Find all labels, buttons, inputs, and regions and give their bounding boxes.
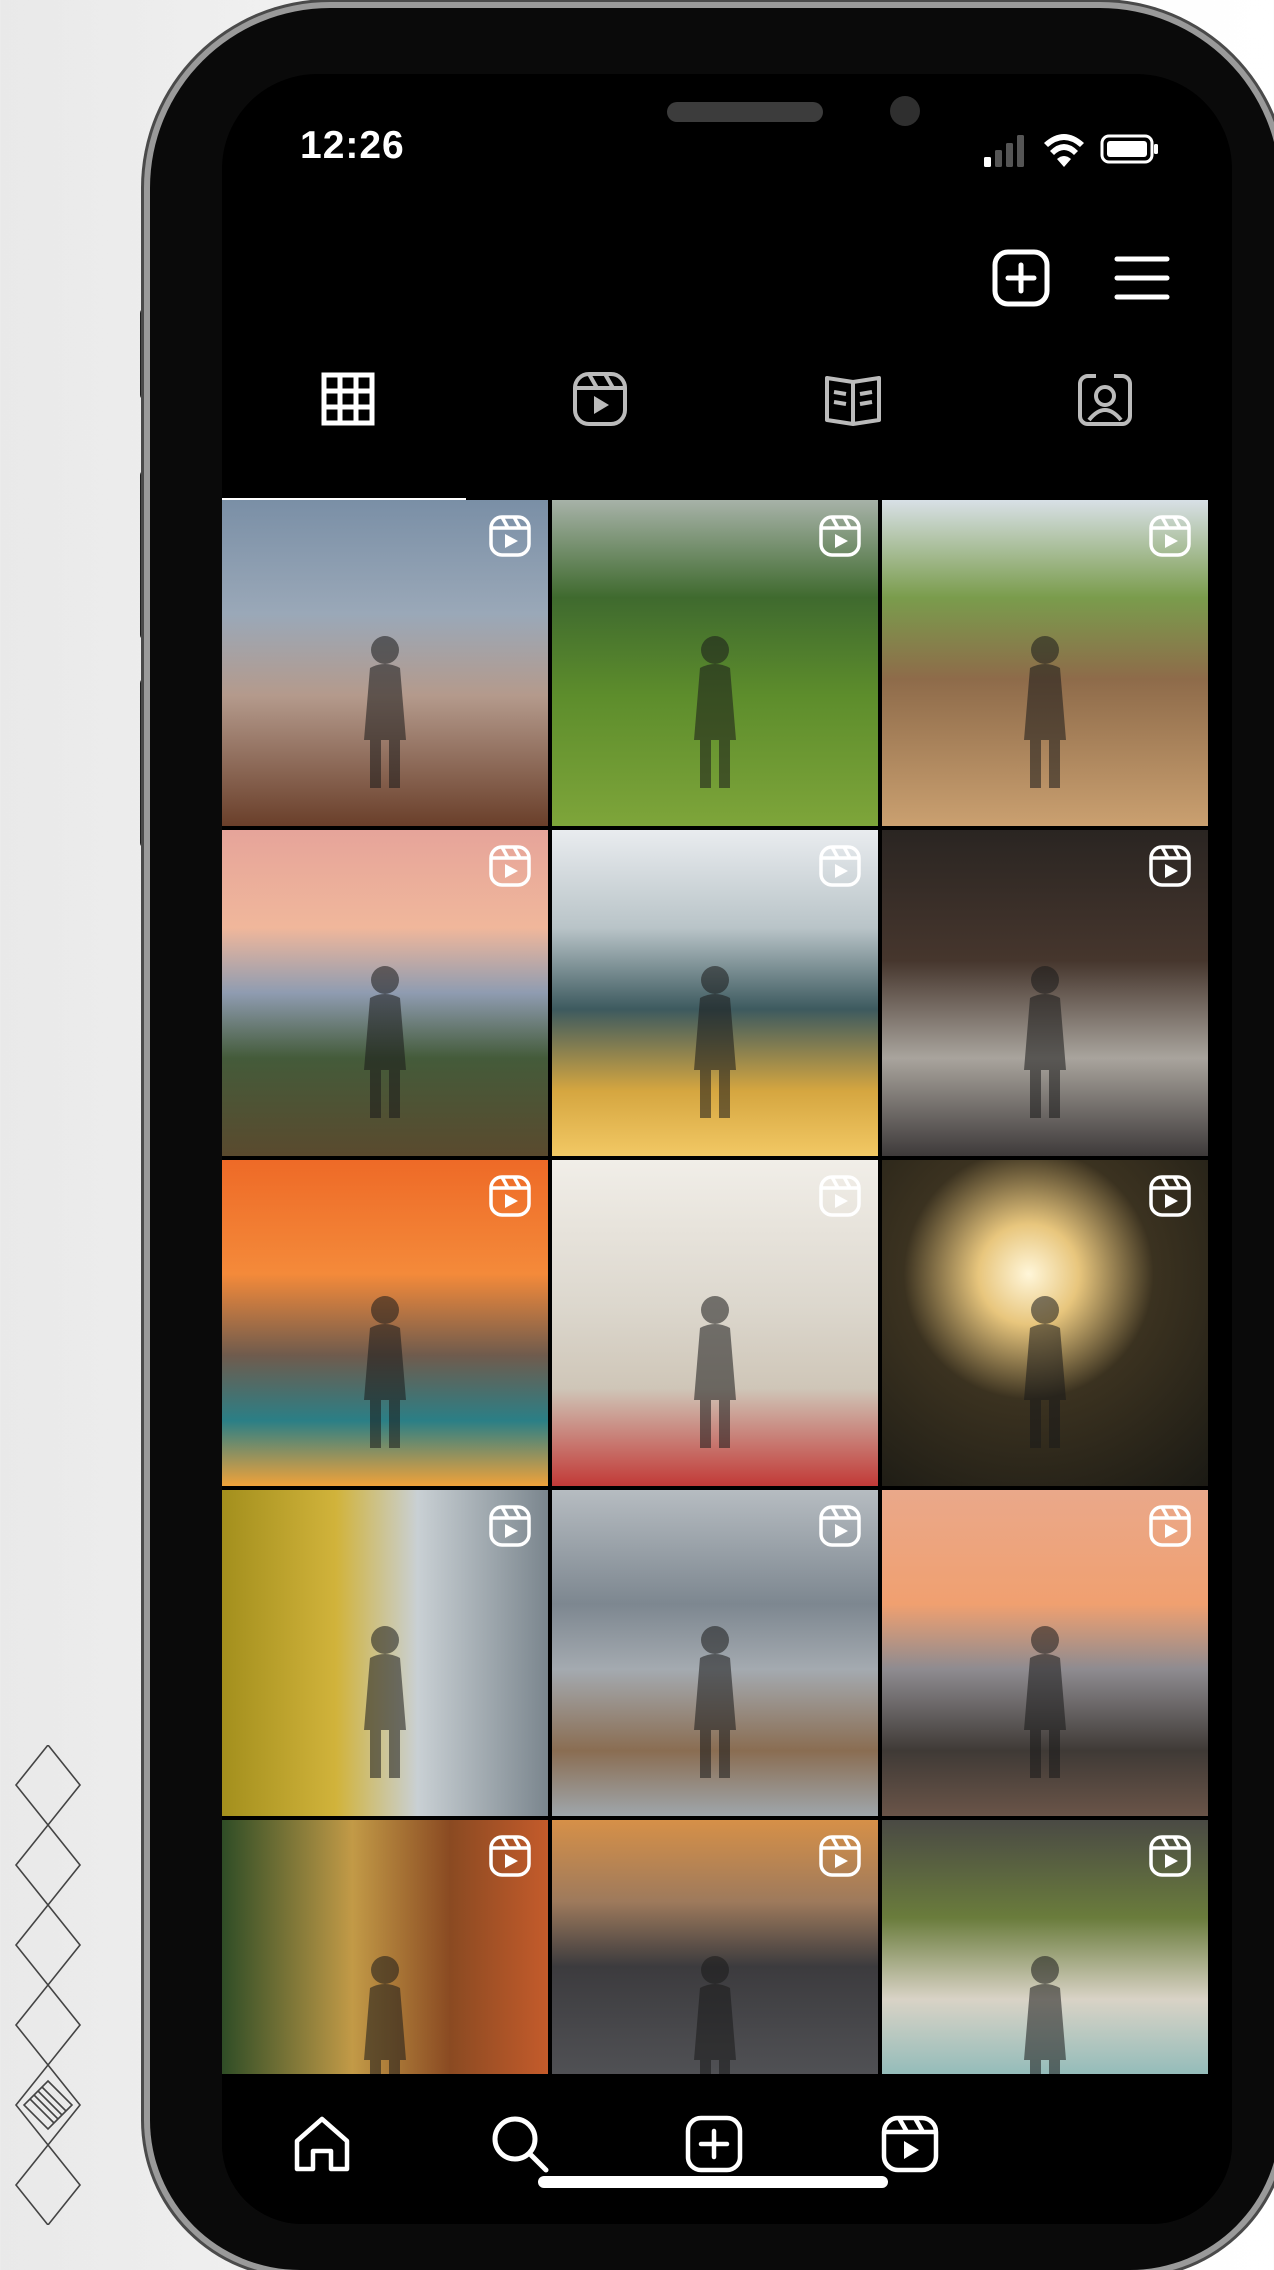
- earpiece-speaker: [667, 102, 823, 122]
- reels-icon: [881, 2115, 939, 2173]
- reel-badge-icon: [819, 845, 861, 887]
- reel-badge-icon: [819, 1505, 861, 1547]
- battery-icon: [1100, 134, 1158, 164]
- bottom-navigation: [222, 2074, 1232, 2224]
- grid-post-pagoda-lanterns[interactable]: [222, 500, 548, 826]
- tab-reels[interactable]: [474, 344, 726, 454]
- reel-badge-icon: [819, 1835, 861, 1877]
- tab-guides[interactable]: [727, 344, 979, 454]
- tab-grid[interactable]: [222, 344, 474, 454]
- grid-post-hammock-pool[interactable]: [882, 1820, 1208, 2080]
- new-post-plus-icon[interactable]: [992, 249, 1050, 307]
- profile-tabs: [222, 344, 1232, 474]
- reel-badge-icon: [489, 515, 531, 557]
- status-icons: [984, 134, 1158, 167]
- grid-post-temple-carvings[interactable]: [222, 1820, 548, 2080]
- grid-post-misty-bay[interactable]: [552, 1490, 878, 1816]
- reel-badge-icon: [1149, 845, 1191, 887]
- grid-post-hotel-bar[interactable]: [882, 830, 1208, 1156]
- grid-post-elephant-terrace[interactable]: [882, 500, 1208, 826]
- hamburger-menu-icon[interactable]: [1114, 256, 1170, 300]
- grid-post-yellow-blossoms-balcony[interactable]: [222, 1490, 548, 1816]
- grid-icon: [321, 372, 375, 426]
- nav-home[interactable]: [282, 2104, 362, 2184]
- nav-create[interactable]: [674, 2104, 754, 2184]
- guide-book-icon: [825, 376, 881, 426]
- reel-badge-icon: [819, 515, 861, 557]
- reel-badge-icon: [489, 845, 531, 887]
- top-actions: [992, 249, 1170, 307]
- grid-post-mountain-dusk[interactable]: [882, 1490, 1208, 1816]
- tab-tagged[interactable]: [979, 344, 1231, 454]
- reel-badge-icon: [489, 1505, 531, 1547]
- status-time: 12:26: [300, 124, 405, 167]
- grid-post-cliff-sunset[interactable]: [222, 830, 548, 1156]
- reels-icon: [573, 372, 627, 426]
- home-icon: [294, 2116, 350, 2172]
- reel-badge-icon: [489, 1175, 531, 1217]
- reel-badge-icon: [1149, 515, 1191, 557]
- create-plus-icon: [685, 2115, 743, 2173]
- reel-badge-icon: [1149, 1505, 1191, 1547]
- nav-search[interactable]: [480, 2104, 560, 2184]
- posts-grid: [222, 500, 1232, 2080]
- grid-post-christmas-lights[interactable]: [882, 1160, 1208, 1486]
- reel-badge-icon: [1149, 1835, 1191, 1877]
- reel-badge-icon: [819, 1175, 861, 1217]
- nav-reels[interactable]: [870, 2104, 950, 2184]
- cellular-signal-icon: [984, 135, 1024, 167]
- grid-post-white-colonnade[interactable]: [552, 1160, 878, 1486]
- grid-post-infinity-pool-sunset[interactable]: [222, 1160, 548, 1486]
- reel-badge-icon: [1149, 1175, 1191, 1217]
- decorative-diamond-chain-icon: [14, 1745, 82, 2225]
- notch: [512, 74, 1037, 158]
- tagged-person-icon: [1078, 373, 1132, 426]
- reel-badge-icon: [489, 1835, 531, 1877]
- wifi-icon: [1044, 134, 1084, 167]
- home-indicator[interactable]: [538, 2176, 888, 2188]
- grid-post-golden-bridge[interactable]: [552, 830, 878, 1156]
- grid-post-green-terraces[interactable]: [552, 500, 878, 826]
- phone-frame: 12:26: [150, 8, 1274, 2270]
- grid-post-angkor-silhouette[interactable]: [552, 1820, 878, 2080]
- search-icon: [492, 2116, 549, 2173]
- phone-screen: 12:26: [222, 74, 1232, 2224]
- front-camera: [890, 96, 920, 126]
